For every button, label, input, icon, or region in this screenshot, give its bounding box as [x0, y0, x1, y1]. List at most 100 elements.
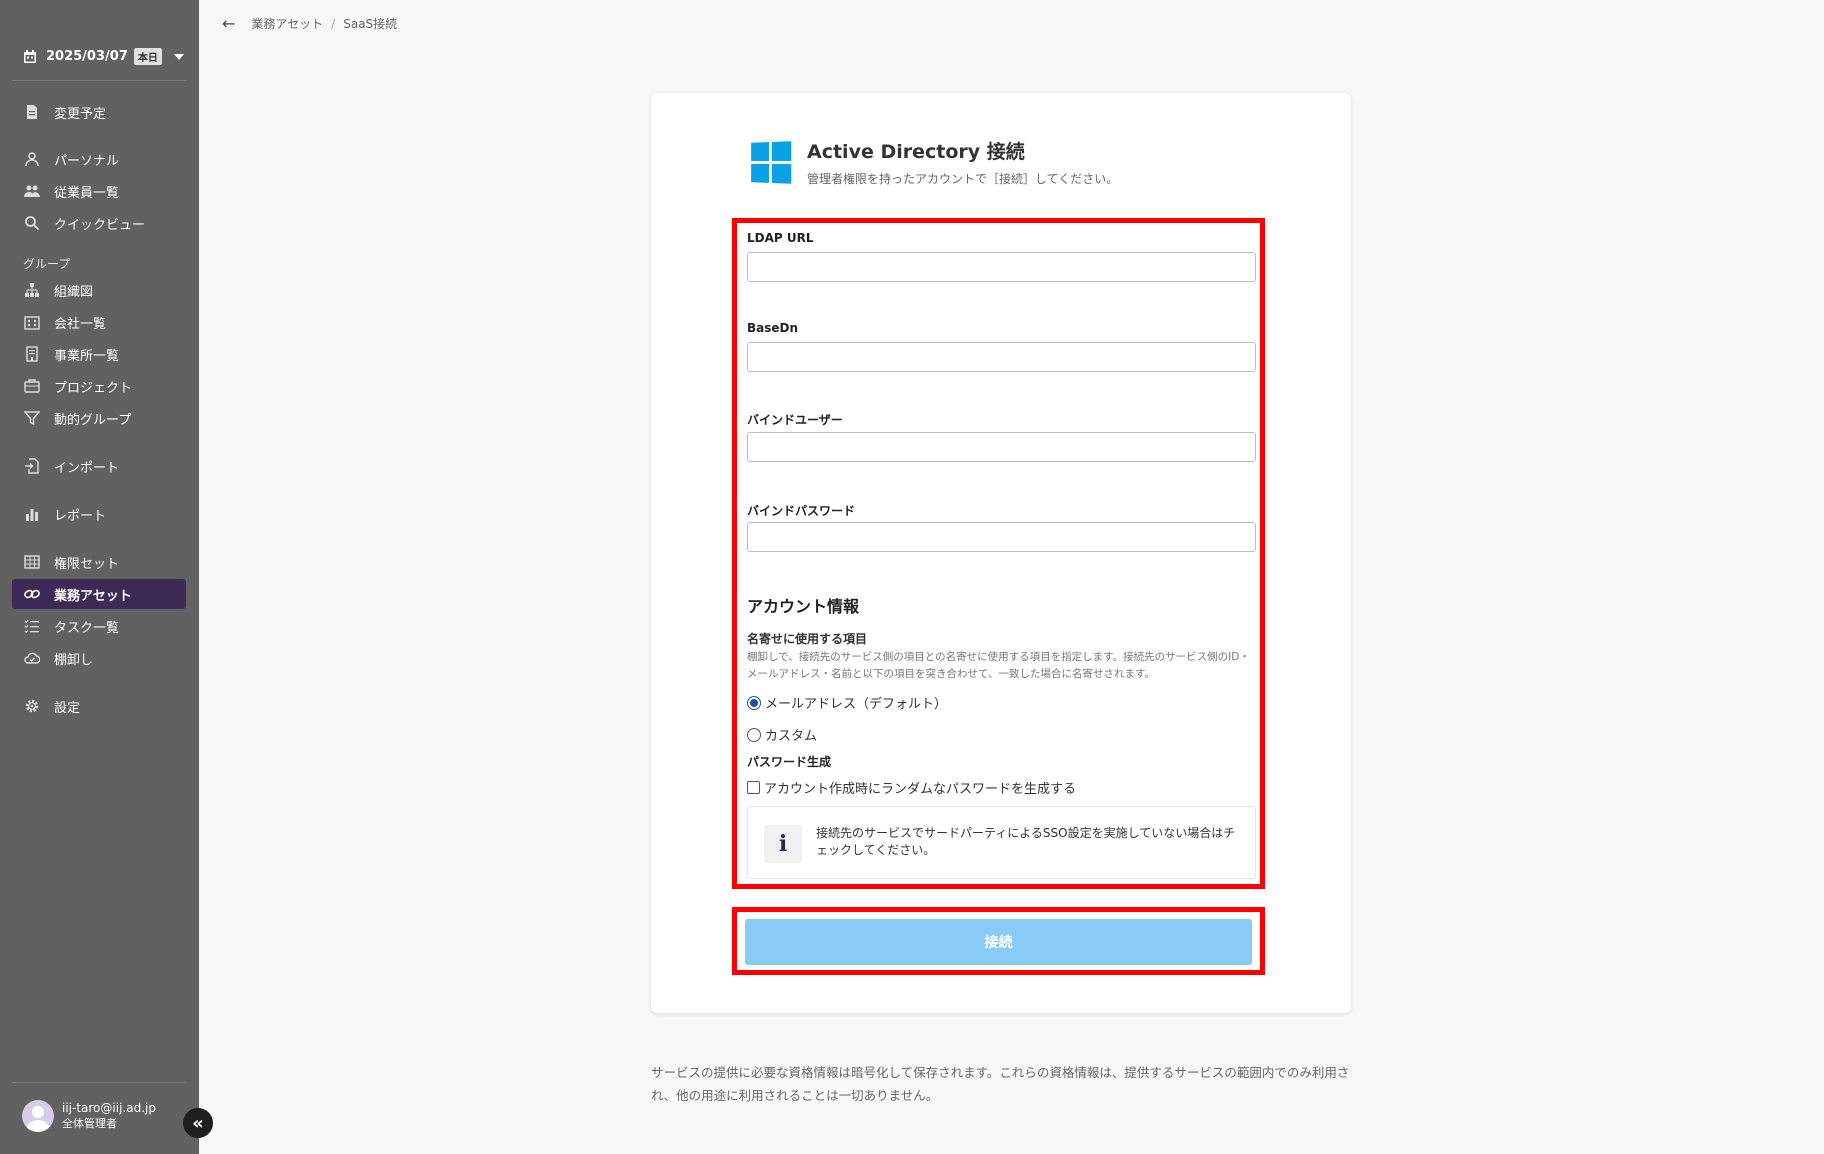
sidebar-item-settings[interactable]: 設定: [12, 691, 186, 721]
connection-form: LDAP URL BaseDn バインドユーザー バインドパスワード アカウント…: [732, 218, 1265, 889]
search-icon: [24, 215, 40, 231]
gear-icon: [24, 698, 40, 714]
radio-unchecked-icon[interactable]: [747, 727, 761, 742]
user-email: iij-taro@iij.ad.jp: [62, 1101, 156, 1115]
chevron-down-icon: [173, 53, 184, 60]
today-badge: 本日: [133, 48, 162, 65]
radio-label: カスタム: [765, 729, 818, 744]
document-icon: [24, 104, 40, 120]
sidebar-item-dynamic-groups[interactable]: 動的グループ: [12, 403, 186, 433]
card-header: Active Directory 接続 管理者権限を持ったアカウントで［接続］し…: [750, 137, 1118, 187]
grid-icon: [24, 554, 40, 570]
sidebar-item-label: タスク一覧: [54, 620, 120, 636]
sidebar-item-projects[interactable]: プロジェクト: [12, 371, 186, 401]
ldap-url-label: LDAP URL: [747, 231, 814, 245]
submit-highlight: 接続: [732, 907, 1265, 975]
office-icon: [24, 346, 40, 362]
building-icon: [24, 314, 40, 330]
page-subtitle: 管理者権限を持ったアカウントで［接続］してください。: [807, 172, 1119, 186]
filter-icon: [24, 410, 40, 426]
base-dn-label: BaseDn: [747, 321, 799, 335]
security-note: サービスの提供に必要な資格情報は暗号化して保存されます。これらの資格情報は、提供…: [651, 1065, 1350, 1103]
user-role: 全体管理者: [62, 1117, 117, 1130]
sidebar-item-offices[interactable]: 事業所一覧: [12, 339, 186, 369]
org-chart-icon: [24, 282, 40, 298]
info-callout: i 接続先のサービスでサードパーティによるSSO設定を実施していない場合はチェッ…: [747, 806, 1256, 879]
sidebar-item-quick-view[interactable]: クイックビュー: [12, 208, 186, 238]
sidebar-item-label: レポート: [54, 508, 107, 524]
breadcrumb-separator: /: [331, 16, 336, 31]
sidebar-item-label: クイックビュー: [54, 217, 146, 233]
account-info-heading: アカウント情報: [747, 597, 860, 616]
base-dn-input[interactable]: [747, 342, 1256, 372]
password-generation-heading: パスワード生成: [747, 755, 832, 769]
checkbox-label: アカウント作成時にランダムなパスワードを生成する: [764, 782, 1077, 797]
radio-checked-icon[interactable]: [747, 695, 761, 710]
task-list-icon: [24, 618, 40, 634]
bind-password-input[interactable]: [747, 522, 1256, 552]
matching-field-heading: 名寄せに使用する項目: [747, 632, 868, 646]
bind-password-label: バインドパスワード: [747, 504, 856, 518]
current-date: 2025/03/07: [46, 49, 128, 64]
info-icon: i: [764, 825, 802, 863]
calendar-icon: [22, 49, 38, 65]
breadcrumb: ← 業務アセット / SaaS接続: [222, 14, 397, 33]
sidebar-item-label: プロジェクト: [54, 380, 133, 396]
bind-user-input[interactable]: [747, 432, 1256, 462]
sidebar-item-label: 棚卸し: [54, 652, 94, 668]
users-icon: [24, 183, 40, 199]
sidebar-item-label: 会社一覧: [54, 316, 107, 332]
date-selector[interactable]: 2025/03/07 本日: [22, 48, 184, 65]
sidebar-item-report[interactable]: レポート: [12, 499, 186, 529]
page-title: Active Directory 接続: [807, 141, 1025, 163]
info-text: 接続先のサービスでサードパーティによるSSO設定を実施していない場合はチェックし…: [816, 826, 1236, 857]
briefcase-icon: [24, 378, 40, 394]
sidebar-item-label: 動的グループ: [54, 412, 132, 428]
bind-user-label: バインドユーザー: [747, 413, 843, 427]
radio-custom[interactable]: カスタム: [747, 725, 817, 744]
user-profile[interactable]: iij-taro@iij.ad.jp 全体管理者: [22, 1100, 156, 1132]
sidebar-item-label: 変更予定: [54, 106, 107, 122]
sidebar-item-label: 業務アセット: [54, 588, 132, 604]
breadcrumb-item-business-assets[interactable]: 業務アセット: [251, 15, 323, 32]
sidebar-item-change-schedule[interactable]: 変更予定: [12, 97, 186, 127]
cloud-icon: [24, 650, 40, 666]
sidebar-item-label: 従業員一覧: [54, 185, 120, 201]
sidebar-item-companies[interactable]: 会社一覧: [12, 307, 186, 337]
link-icon: [24, 586, 40, 602]
connect-button[interactable]: 接続: [745, 919, 1252, 965]
user-icon: [24, 151, 40, 167]
collapse-sidebar-button[interactable]: «: [183, 1108, 213, 1138]
sidebar-item-label: 設定: [54, 700, 81, 716]
import-icon: [24, 458, 40, 474]
windows-logo-icon: [751, 140, 792, 184]
sidebar-item-org-chart[interactable]: 組織図: [12, 275, 186, 305]
bar-chart-icon: [24, 506, 40, 522]
sidebar-item-label: パーソナル: [54, 153, 120, 169]
sidebar-item-permission-sets[interactable]: 権限セット: [12, 547, 186, 577]
sidebar-item-label: 事業所一覧: [54, 348, 120, 364]
breadcrumb-item-saas-connect: SaaS接続: [343, 17, 398, 31]
group-label: グループ: [23, 257, 71, 271]
sidebar-item-employees[interactable]: 従業員一覧: [12, 176, 186, 206]
back-arrow-icon[interactable]: ←: [222, 14, 235, 33]
generate-password-option[interactable]: アカウント作成時にランダムなパスワードを生成する: [747, 778, 1076, 797]
sidebar-item-label: 組織図: [54, 284, 94, 300]
double-chevron-left-icon: «: [192, 1112, 204, 1134]
avatar: [22, 1100, 54, 1132]
matching-field-description: 棚卸しで、接続先のサービス側の項目との名寄せに使用する項目を指定します。接続先の…: [747, 651, 1250, 680]
divider: [12, 1082, 186, 1083]
sidebar: 2025/03/07 本日 変更予定 パーソナル 従業員一覧 クイックビュー グ…: [0, 0, 213, 1154]
ldap-url-input[interactable]: [747, 252, 1256, 282]
divider: [12, 80, 186, 81]
sidebar-item-tasks[interactable]: タスク一覧: [12, 611, 186, 641]
sidebar-item-label: 権限セット: [54, 556, 120, 572]
generate-password-checkbox[interactable]: [747, 781, 760, 794]
sidebar-item-inventory[interactable]: 棚卸し: [12, 643, 186, 673]
sidebar-item-label: インポート: [54, 460, 120, 476]
radio-email-default[interactable]: メールアドレス（デフォルト）: [747, 693, 947, 712]
sidebar-item-business-assets[interactable]: 業務アセット: [12, 579, 186, 609]
connection-card: Active Directory 接続 管理者権限を持ったアカウントで［接続］し…: [651, 93, 1351, 1013]
sidebar-item-personal[interactable]: パーソナル: [12, 144, 186, 174]
sidebar-item-import[interactable]: インポート: [12, 451, 186, 481]
